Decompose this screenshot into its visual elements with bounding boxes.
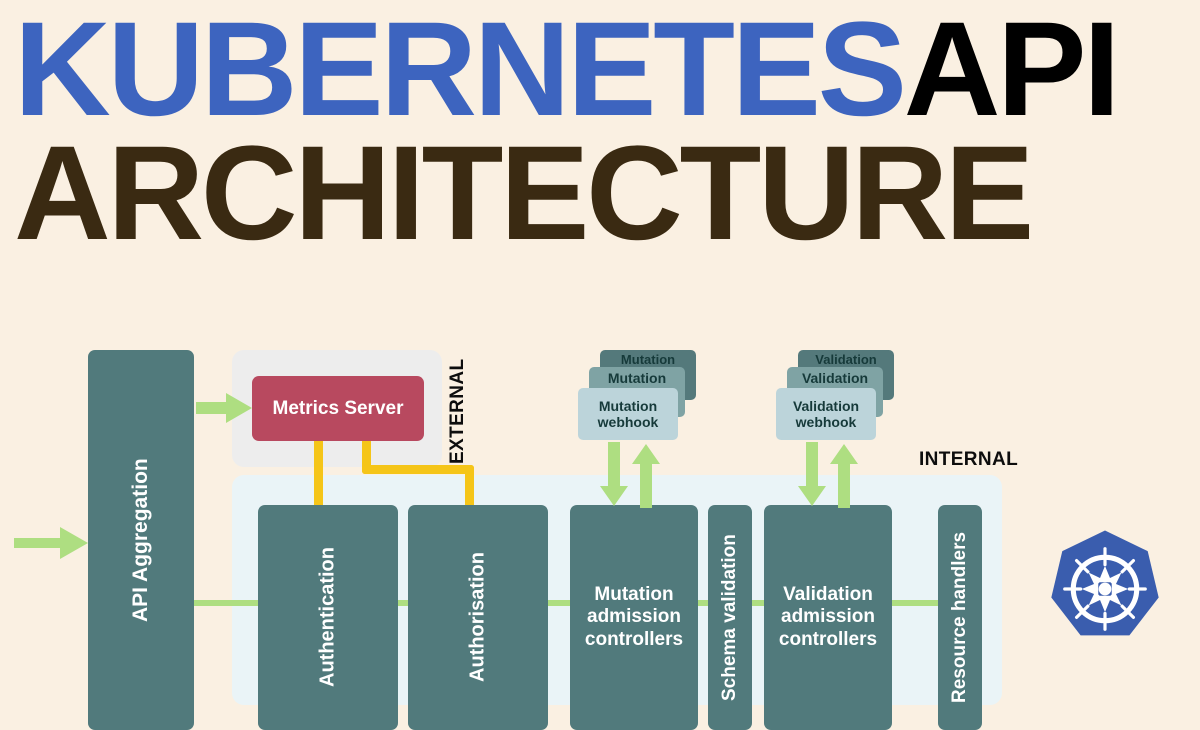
arrow-right-icon xyxy=(196,393,252,423)
connector-metrics-to-authorisation xyxy=(465,465,474,508)
kubernetes-logo-icon xyxy=(1051,530,1159,636)
flow-line-segment xyxy=(194,600,258,606)
connector-metrics-to-authentication xyxy=(314,438,323,508)
box-metrics-server-label: Metrics Server xyxy=(272,397,404,419)
stack-validation-webhook: Validation Validation Validation webhook xyxy=(776,350,894,450)
panel-internal-label: INTERNAL xyxy=(919,449,1019,470)
box-authentication-label: Authentication xyxy=(316,547,339,688)
arrow-down-icon xyxy=(798,442,826,506)
box-validation-admission-controllers-label: Validation admission controllers xyxy=(778,583,878,650)
flow-line-segment xyxy=(892,600,938,606)
box-mutation-admission-controllers[interactable]: Mutation admission controllers xyxy=(570,505,698,730)
box-resource-handlers[interactable]: Resource handlers xyxy=(938,505,982,730)
flow-line-segment xyxy=(398,600,408,606)
arrow-down-icon xyxy=(600,442,628,506)
arrow-right-icon xyxy=(14,527,88,559)
box-metrics-server[interactable]: Metrics Server xyxy=(252,376,424,441)
box-authorisation-label: Authorisation xyxy=(466,552,489,683)
box-validation-admission-controllers[interactable]: Validation admission controllers xyxy=(764,505,892,730)
box-resource-handlers-label: Resource handlers xyxy=(949,531,970,704)
box-api-aggregation-label: API Aggregation xyxy=(129,458,152,622)
arrow-up-icon xyxy=(830,444,858,508)
arrow-up-icon xyxy=(632,444,660,508)
box-authentication[interactable]: Authentication xyxy=(258,505,398,730)
card-mutation-webhook[interactable]: Mutation webhook xyxy=(578,388,678,440)
flow-line-segment xyxy=(548,600,570,606)
box-authorisation[interactable]: Authorisation xyxy=(408,505,548,730)
card-validation-webhook[interactable]: Validation webhook xyxy=(776,388,876,440)
stack-mutation-webhook: Mutation Mutation Mutation webhook xyxy=(578,350,696,450)
panel-external-label: EXTERNAL xyxy=(447,358,468,464)
webhook-arrows-mutation xyxy=(600,442,660,508)
flow-line-segment xyxy=(698,600,708,606)
flow-line-segment xyxy=(752,600,764,606)
box-schema-validation-label: Schema validation xyxy=(719,534,740,701)
architecture-diagram: EXTERNAL INTERNAL API Aggregation Metric… xyxy=(0,0,1200,730)
webhook-arrows-validation xyxy=(798,442,858,508)
box-schema-validation[interactable]: Schema validation xyxy=(708,505,752,730)
connector-metrics-to-authorisation xyxy=(362,465,474,474)
box-mutation-admission-controllers-label: Mutation admission controllers xyxy=(584,583,684,650)
box-api-aggregation[interactable]: API Aggregation xyxy=(88,350,194,730)
